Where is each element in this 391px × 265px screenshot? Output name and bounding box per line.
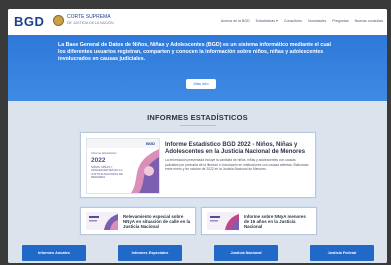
national-justice-button[interactable]: Justicia Nacional [214,245,278,261]
annual-reports-button[interactable]: Informes Anuales [22,245,86,261]
report-thumbnail [207,212,239,230]
court-name: CORTE SUPREMA DE JUSTICIA DE LA NACIÓN [67,14,127,26]
court-name-subtitle: DE JUSTICIA DE LA NACIÓN [67,20,114,25]
browser-screen: BGD CORTE SUPREMA DE JUSTICIA DE LA NACI… [8,9,387,263]
report-thumbnail [86,212,118,230]
federal-justice-button[interactable]: Justicia Federal [310,245,374,261]
report-category-buttons: Informes Anuales Informes Especiales Jus… [22,245,374,263]
nav-item-novedades[interactable]: Novedades [308,19,326,23]
cover-label: Informe Estadístico [91,151,117,155]
cover-illustration [131,149,159,193]
nav-item-estadisticas[interactable]: Estadísticas ▾ [256,19,278,23]
hero-description: La Base General de Datos de Niños, Niñas… [58,42,331,62]
nav-item-acerca[interactable]: Acerca de la BGD [221,19,250,23]
report-title[interactable]: Informe sobre NNyA menores de 16 años en… [244,214,312,230]
more-info-button[interactable]: Más info [186,79,216,89]
thumbnail-illustration [86,212,118,230]
featured-report-description: La información presentada incluye la can… [165,158,309,172]
report-card-under-16[interactable]: Informe sobre NNyA menores de 16 años en… [201,207,317,235]
featured-report-card[interactable]: BGD Informe Estadístico 2022 NIÑOS, NIÑA… [80,132,316,198]
court-seal-icon [53,15,64,26]
report-card-street-situation[interactable]: Relevamiento especial sobre NNyA en situ… [80,207,196,235]
cover-year: 2022 [91,157,106,164]
report-title[interactable]: Relevamiento especial sobre NNyA en situ… [123,214,191,230]
reports-section: INFORMES ESTADÍSTICOS BGD Informe Estadí… [8,101,387,263]
thumbnail-illustration [207,212,239,230]
nav-item-consultorio[interactable]: Consultorio [284,19,302,23]
main-nav: Acerca de la BGD Estadísticas ▾ Consulto… [221,19,383,23]
featured-report-title[interactable]: Informe Estadístico BGD 2022 - Niños, Ni… [165,142,309,156]
section-title: INFORMES ESTADÍSTICOS [147,113,248,122]
nav-item-nuevas-consultas[interactable]: Nuevas consultas [355,19,383,23]
cover-subtitle: NIÑOS, NIÑAS Y ADOLESCENTES EN LA JUSTIC… [91,165,123,180]
section-divider [180,125,216,126]
bgd-logo[interactable]: BGD [14,14,44,29]
nav-item-preguntas[interactable]: Preguntas [332,19,348,23]
hero-banner: La Base General de Datos de Niños, Niñas… [8,35,387,101]
report-cover-image: BGD Informe Estadístico 2022 NIÑOS, NIÑA… [86,138,160,194]
special-reports-button[interactable]: Informes Especiales [118,245,182,261]
top-navigation-bar: BGD CORTE SUPREMA DE JUSTICIA DE LA NACI… [8,9,387,36]
cover-logo: BGD [146,141,155,146]
